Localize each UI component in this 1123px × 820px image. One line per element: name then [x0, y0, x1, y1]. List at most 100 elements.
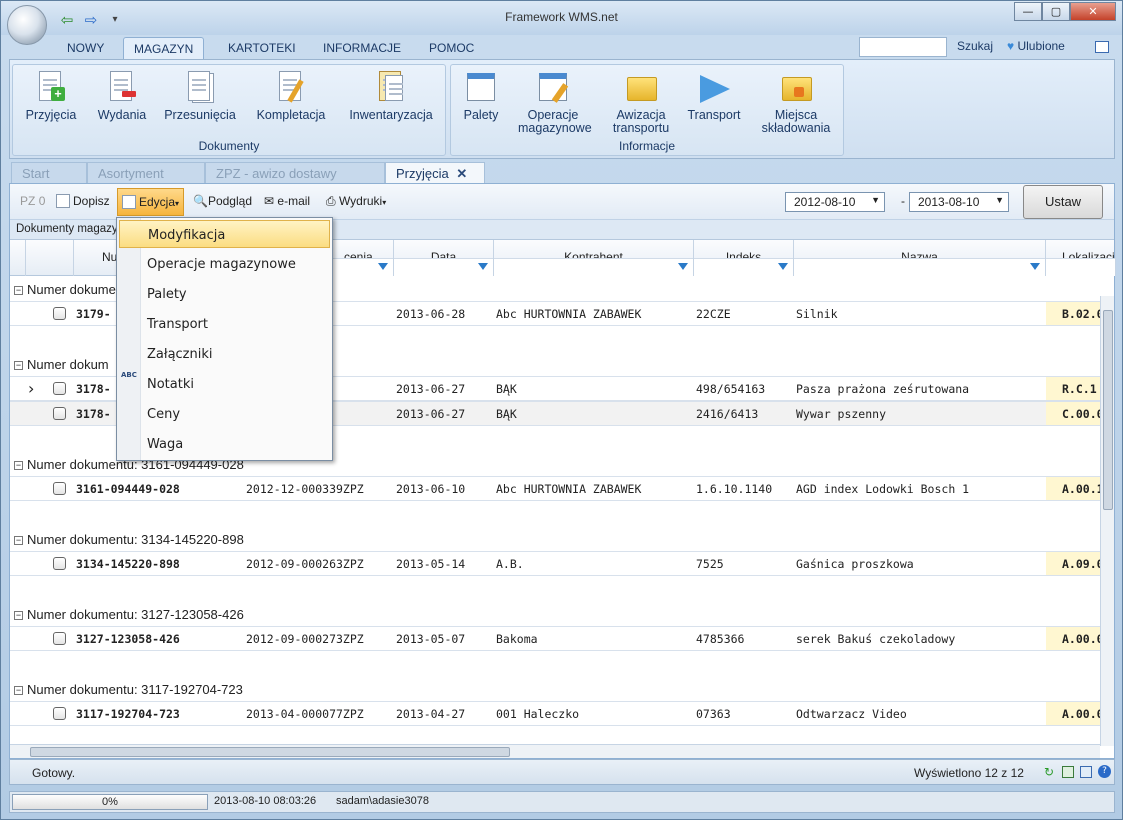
minimize-button[interactable]: —	[1014, 2, 1042, 21]
grid-group: − Numer dokumentu: 3127-123058-426 3127-12…	[10, 601, 1100, 676]
group-label[interactable]: − Numer dokum	[14, 357, 109, 372]
scroll-thumb[interactable]	[30, 747, 510, 757]
menu-item-7[interactable]: Waga	[119, 430, 330, 458]
edycja-button[interactable]: Edycja▾	[117, 188, 185, 216]
help-icon[interactable]: ?	[1098, 765, 1111, 778]
transport-button[interactable]: Transport	[679, 71, 749, 122]
bottom-info-bar: 0% 2013-08-10 08:03:26 sadam\adasie3078	[9, 791, 1115, 813]
group-label[interactable]: − Numer dokumentu: 3117-192704-723	[14, 682, 243, 697]
kompletacja-button[interactable]: Kompletacja	[249, 71, 333, 122]
menu-tab-nowy[interactable]: NOWY	[67, 41, 104, 55]
collapse-icon[interactable]: −	[14, 286, 23, 295]
scroll-thumb[interactable]	[1103, 310, 1113, 510]
palety-button[interactable]: Palety	[455, 71, 507, 122]
header-kontrahent[interactable]: Kontrahent	[494, 240, 694, 276]
menu-item-0[interactable]: Modyfikacja	[119, 220, 330, 248]
tab-asortyment[interactable]: Asortyment	[87, 162, 205, 184]
cell-lokalizacja: C.00.0	[1046, 402, 1100, 425]
close-tab-icon[interactable]: ✕	[456, 166, 467, 181]
group-label-text: Numer dokumentu: 3117-192704-723	[27, 682, 243, 697]
group-label[interactable]: − Numer dokumentu: 3134-145220-898	[14, 532, 244, 547]
tab-przyjecia-label: Przyjęcia	[396, 166, 449, 181]
inwentaryzacja-button[interactable]: Inwentaryzacja	[341, 71, 441, 122]
ustaw-button[interactable]: Ustaw	[1023, 185, 1103, 219]
dopisz-button[interactable]: Dopisz	[56, 194, 110, 208]
menu-tab-pomoc[interactable]: POMOC	[429, 41, 474, 55]
row-checkbox[interactable]	[53, 307, 66, 320]
row-checkbox[interactable]	[53, 707, 66, 720]
window-title: Framework WMS.net	[505, 10, 618, 24]
close-button[interactable]: ✕	[1070, 2, 1116, 21]
import-icon[interactable]	[1080, 766, 1092, 778]
row-checkbox[interactable]	[53, 557, 66, 570]
collapse-icon[interactable]: −	[14, 611, 23, 620]
filter-icon[interactable]	[478, 263, 488, 270]
group-label[interactable]: − Numer dokumentu: 3127-123058-426	[14, 607, 244, 622]
row-checkbox[interactable]	[53, 407, 66, 420]
filter-icon[interactable]	[678, 263, 688, 270]
menu-item-3[interactable]: Transport	[119, 310, 330, 338]
app-orb-button[interactable]	[7, 5, 47, 45]
miejsca-label: Miejsca składowania	[761, 108, 831, 135]
date-from-picker[interactable]: 2012-08-10 ▼	[785, 192, 885, 212]
collapse-icon[interactable]: −	[14, 461, 23, 470]
menu-item-6[interactable]: Ceny	[119, 400, 330, 428]
tab-start[interactable]: Start	[11, 162, 87, 184]
search-input[interactable]	[859, 37, 947, 57]
maximize-button[interactable]: ▢	[1042, 2, 1070, 21]
ribbon: + Przyjęcia Wydania Przesunięcia Komplet…	[9, 59, 1115, 159]
miejsca-skladowania-button[interactable]: Miejsca składowania	[755, 71, 837, 135]
datetime: 2013-08-10 08:03:26	[214, 795, 317, 807]
menu-tab-kartoteki[interactable]: KARTOTEKI	[228, 41, 296, 55]
table-row[interactable]: 3127-123058-426 2012-09-000273ZPZ 2013-05-…	[10, 626, 1100, 651]
search-button[interactable]: Szukaj	[957, 39, 993, 53]
header-indeks[interactable]: Indeks	[694, 240, 794, 276]
row-checkbox[interactable]	[53, 382, 66, 395]
ribbon-group-dokumenty: + Przyjęcia Wydania Przesunięcia Komplet…	[12, 64, 446, 156]
calendar-building-icon	[465, 71, 497, 105]
tab-zpz-awizo[interactable]: ZPZ - awizo dostawy	[205, 162, 385, 184]
wydania-button[interactable]: Wydania	[89, 71, 155, 122]
export-icon[interactable]	[1062, 766, 1074, 778]
tab-przyjecia[interactable]: Przyjęcia ✕	[385, 162, 485, 184]
filter-icon[interactable]	[378, 263, 388, 270]
header-data[interactable]: Data	[394, 240, 494, 276]
row-checkbox[interactable]	[53, 632, 66, 645]
podglad-button[interactable]: 🔍Podgląd	[193, 194, 252, 208]
menu-item-2[interactable]: Palety	[119, 280, 330, 308]
menu-item-1[interactable]: Operacje magazynowe	[119, 250, 330, 278]
header-lokalizacja[interactable]: Lokalizacj	[1046, 240, 1116, 276]
table-row[interactable]: 3161-094449-028 2012-12-000339ZPZ 2013-06-…	[10, 476, 1100, 501]
filter-icon[interactable]	[1030, 263, 1040, 270]
menu-tab-informacje[interactable]: INFORMACJE	[323, 41, 401, 55]
wydruki-button[interactable]: ⎙ Wydruki▾	[326, 194, 386, 209]
favorites-button[interactable]: ♥ Ulubione	[1007, 39, 1065, 53]
refresh-icon[interactable]: ↻	[1044, 765, 1054, 779]
row-checkbox[interactable]	[53, 482, 66, 495]
vertical-scrollbar[interactable]	[1100, 296, 1114, 746]
table-row[interactable]: 3134-145220-898 2012-09-000263ZPZ 2013-05-…	[10, 551, 1100, 576]
cell-data: 2013-06-28	[396, 307, 466, 321]
document-remove-icon	[106, 71, 138, 105]
email-button[interactable]: ✉ e-mail	[264, 194, 310, 208]
collapse-icon[interactable]: −	[14, 536, 23, 545]
layout-icon[interactable]	[1095, 41, 1109, 53]
horizontal-scrollbar[interactable]	[10, 744, 1100, 758]
table-row[interactable]: 3117-192704-723 2013-04-000077ZPZ 2013-04-…	[10, 701, 1100, 726]
filter-icon[interactable]	[778, 263, 788, 270]
awizacja-transportu-button[interactable]: Awizacja transportu	[601, 71, 681, 135]
header-nazwa[interactable]: Nazwa	[794, 240, 1046, 276]
menu-item-5[interactable]: Notatki	[119, 370, 330, 398]
collapse-icon[interactable]: −	[14, 686, 23, 695]
menu-item-4[interactable]: Załączniki	[119, 340, 330, 368]
operacje-magazynowe-button[interactable]: Operacje magazynowe	[509, 71, 597, 135]
transport-label: Transport	[687, 108, 741, 122]
podglad-label: Podgląd	[207, 194, 252, 208]
collapse-icon[interactable]: −	[14, 361, 23, 370]
magnifier-icon: 🔍	[193, 194, 208, 208]
przyjecia-button[interactable]: + Przyjęcia	[21, 71, 81, 122]
cell-indeks: 498/654163	[696, 382, 766, 396]
email-label: e-mail	[277, 194, 311, 208]
przesuniecia-button[interactable]: Przesunięcia	[159, 71, 241, 122]
date-to-picker[interactable]: 2013-08-10 ▼	[909, 192, 1009, 212]
